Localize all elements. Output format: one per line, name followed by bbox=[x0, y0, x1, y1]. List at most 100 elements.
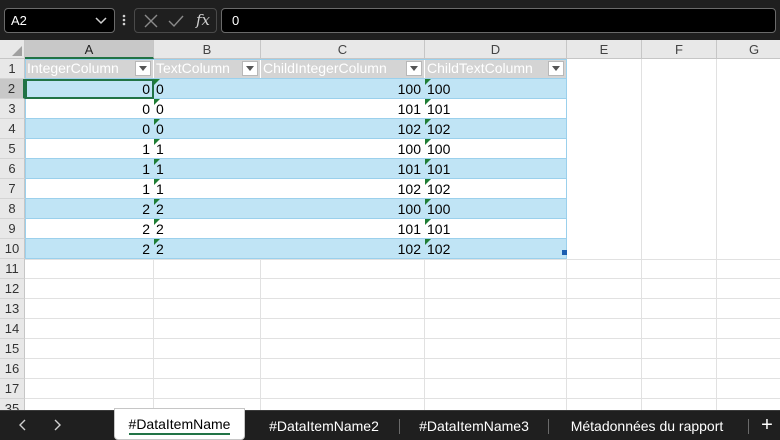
row-header-11[interactable]: 11 bbox=[0, 259, 25, 279]
table-header-cell[interactable]: ChildTextColumn bbox=[425, 59, 566, 78]
insert-function-icon[interactable]: fx bbox=[196, 11, 210, 29]
error-flag-icon[interactable] bbox=[425, 219, 431, 225]
cell-child-integer[interactable]: 102 bbox=[261, 119, 424, 139]
cell-child-text[interactable]: 101 bbox=[425, 99, 566, 119]
error-flag-icon[interactable] bbox=[154, 139, 160, 145]
sheet-tab-dataitemname2[interactable]: #DataItemName2 bbox=[251, 411, 397, 440]
table-header-cell[interactable]: TextColumn bbox=[154, 59, 260, 78]
cell-integer[interactable]: 1 bbox=[25, 159, 153, 179]
column-header-d[interactable]: D bbox=[425, 40, 567, 59]
error-flag-icon[interactable] bbox=[425, 199, 431, 205]
filter-dropdown-button[interactable] bbox=[135, 61, 151, 76]
cell-child-text[interactable]: 100 bbox=[425, 79, 566, 99]
more-options-icon[interactable] bbox=[121, 10, 127, 30]
row-header-8[interactable]: 8 bbox=[0, 199, 25, 219]
table-header-cell[interactable]: ChildIntegerColumn bbox=[261, 59, 424, 78]
cell-child-text[interactable]: 101 bbox=[425, 159, 566, 179]
cell-text[interactable]: 1 bbox=[154, 159, 260, 179]
cell-child-integer[interactable]: 101 bbox=[261, 99, 424, 119]
filter-dropdown-button[interactable] bbox=[548, 61, 564, 76]
cell-child-integer[interactable]: 101 bbox=[261, 219, 424, 239]
row-header-13[interactable]: 13 bbox=[0, 299, 25, 319]
column-header-b[interactable]: B bbox=[154, 40, 261, 59]
error-flag-icon[interactable] bbox=[154, 79, 160, 85]
row-header-15[interactable]: 15 bbox=[0, 339, 25, 359]
cell-integer[interactable]: 2 bbox=[25, 219, 153, 239]
chevron-right-icon[interactable] bbox=[50, 418, 64, 432]
filter-dropdown-button[interactable] bbox=[406, 61, 422, 76]
sheet-tab-dataitemname[interactable]: #DataItemName bbox=[114, 408, 245, 440]
column-header-c[interactable]: C bbox=[261, 40, 425, 59]
row-header-12[interactable]: 12 bbox=[0, 279, 25, 299]
cell-child-text[interactable]: 101 bbox=[425, 219, 566, 239]
column-header-f[interactable]: F bbox=[642, 40, 717, 59]
row-header-4[interactable]: 4 bbox=[0, 119, 25, 139]
cell-text[interactable]: 1 bbox=[154, 139, 260, 159]
cell-integer[interactable]: 2 bbox=[25, 239, 153, 259]
table-resize-handle[interactable] bbox=[562, 250, 567, 255]
error-flag-icon[interactable] bbox=[425, 159, 431, 165]
sheet-tab-metadonnees[interactable]: Métadonnées du rapport bbox=[550, 411, 744, 440]
cell-child-integer[interactable]: 101 bbox=[261, 159, 424, 179]
row-header-3[interactable]: 3 bbox=[0, 99, 25, 119]
error-flag-icon[interactable] bbox=[154, 199, 160, 205]
cell-integer[interactable]: 0 bbox=[25, 99, 153, 119]
error-flag-icon[interactable] bbox=[425, 239, 431, 245]
row-header-6[interactable]: 6 bbox=[0, 159, 25, 179]
name-box-value[interactable]: A2 bbox=[11, 13, 27, 28]
cell-text[interactable]: 0 bbox=[154, 99, 260, 119]
cancel-icon[interactable] bbox=[142, 12, 160, 30]
cell-integer[interactable]: 0 bbox=[25, 119, 153, 139]
error-flag-icon[interactable] bbox=[154, 219, 160, 225]
column-header-g[interactable]: G bbox=[717, 40, 780, 59]
row-header-7[interactable]: 7 bbox=[0, 179, 25, 199]
formula-input[interactable]: 0 bbox=[221, 8, 776, 33]
cell-child-integer[interactable]: 102 bbox=[261, 239, 424, 259]
error-flag-icon[interactable] bbox=[154, 99, 160, 105]
row-header-35[interactable]: 35 bbox=[0, 399, 25, 410]
formula-value[interactable]: 0 bbox=[232, 13, 239, 28]
cell-integer[interactable]: 1 bbox=[25, 179, 153, 199]
error-flag-icon[interactable] bbox=[154, 239, 160, 245]
row-header-16[interactable]: 16 bbox=[0, 359, 25, 379]
cell-child-text[interactable]: 100 bbox=[425, 139, 566, 159]
cell-child-text[interactable]: 102 bbox=[425, 239, 566, 259]
add-sheet-button[interactable]: + bbox=[758, 415, 776, 435]
cell-child-text[interactable]: 102 bbox=[425, 119, 566, 139]
cell-text[interactable]: 2 bbox=[154, 199, 260, 219]
cell-text[interactable]: 2 bbox=[154, 219, 260, 239]
cell-child-integer[interactable]: 102 bbox=[261, 179, 424, 199]
select-all-corner[interactable] bbox=[0, 40, 25, 59]
cell-child-integer[interactable]: 100 bbox=[261, 199, 424, 219]
cell-child-integer[interactable]: 100 bbox=[261, 79, 424, 99]
row-header-14[interactable]: 14 bbox=[0, 319, 25, 339]
name-box[interactable]: A2 bbox=[4, 8, 115, 33]
sheet-tab-dataitemname3[interactable]: #DataItemName3 bbox=[401, 411, 547, 440]
error-flag-icon[interactable] bbox=[425, 119, 431, 125]
row-header-1[interactable]: 1 bbox=[0, 59, 25, 79]
cell-integer[interactable]: 1 bbox=[25, 139, 153, 159]
error-flag-icon[interactable] bbox=[154, 179, 160, 185]
table-header-cell[interactable]: IntegerColumn bbox=[25, 59, 153, 78]
error-flag-icon[interactable] bbox=[425, 179, 431, 185]
cell-integer[interactable]: 0 bbox=[25, 79, 153, 99]
cell-text[interactable]: 0 bbox=[154, 119, 260, 139]
chevron-left-icon[interactable] bbox=[16, 418, 30, 432]
cell-text[interactable]: 2 bbox=[154, 239, 260, 259]
error-flag-icon[interactable] bbox=[425, 139, 431, 145]
cell-child-integer[interactable]: 100 bbox=[261, 139, 424, 159]
row-header-9[interactable]: 9 bbox=[0, 219, 25, 239]
column-header-a[interactable]: A bbox=[25, 40, 154, 59]
row-header-5[interactable]: 5 bbox=[0, 139, 25, 159]
cell-area[interactable]: IntegerColumn TextColumn ChildIntegerCol… bbox=[25, 59, 780, 410]
row-header-17[interactable]: 17 bbox=[0, 379, 25, 399]
error-flag-icon[interactable] bbox=[154, 119, 160, 125]
row-header-2[interactable]: 2 bbox=[0, 79, 25, 99]
error-flag-icon[interactable] bbox=[154, 159, 160, 165]
enter-check-icon[interactable] bbox=[167, 12, 185, 30]
cell-integer[interactable]: 2 bbox=[25, 199, 153, 219]
cell-text[interactable]: 1 bbox=[154, 179, 260, 199]
cell-child-text[interactable]: 100 bbox=[425, 199, 566, 219]
row-header-10[interactable]: 10 bbox=[0, 239, 25, 259]
cell-child-text[interactable]: 102 bbox=[425, 179, 566, 199]
